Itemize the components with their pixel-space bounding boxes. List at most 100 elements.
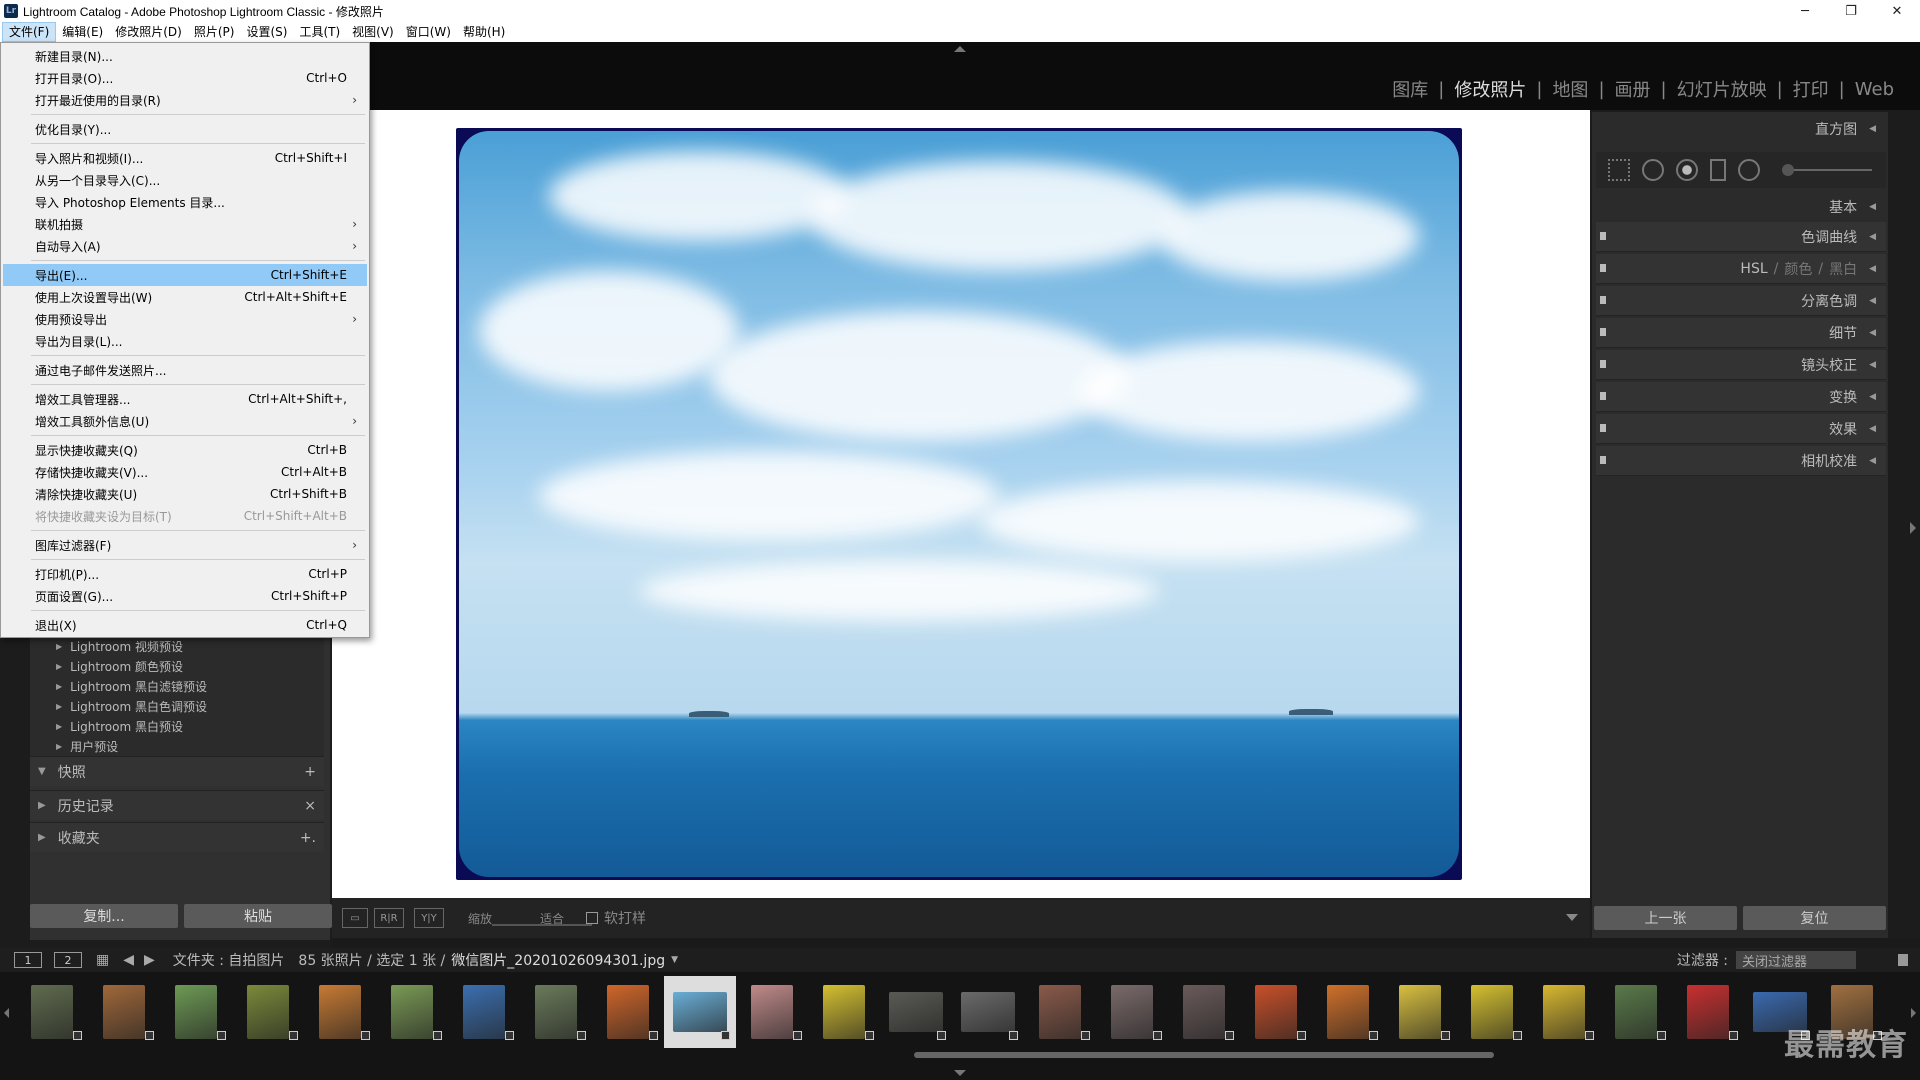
- file-menu-item[interactable]: 优化目录(Y)...: [3, 118, 367, 140]
- file-menu-item[interactable]: 导出(E)... Ctrl+Shift+E: [3, 264, 367, 286]
- panel-switch-icon[interactable]: [1600, 360, 1606, 368]
- hsl-tab[interactable]: HSL: [1740, 261, 1767, 277]
- paste-settings-button[interactable]: 粘贴: [184, 904, 332, 928]
- file-menu-item[interactable]: 将快捷收藏夹设为目标(T) Ctrl+Shift+Alt+B: [3, 505, 367, 527]
- menu-help[interactable]: 帮助(H): [457, 22, 511, 42]
- filmstrip-thumbnail[interactable]: [1672, 976, 1744, 1048]
- filmstrip-thumbnail[interactable]: [88, 976, 160, 1048]
- transform-panel-header[interactable]: 变换 ◀: [1596, 382, 1886, 412]
- loupe-view-button[interactable]: ▭: [342, 908, 368, 928]
- graduated-filter-tool-icon[interactable]: [1710, 159, 1726, 181]
- filmstrip-thumbnail[interactable]: [160, 976, 232, 1048]
- filter-lock-icon[interactable]: [1898, 954, 1908, 966]
- brush-slider[interactable]: [1782, 164, 1872, 176]
- panel-switch-icon[interactable]: [1600, 232, 1606, 240]
- file-menu-item[interactable]: 打开目录(O)... Ctrl+O: [3, 67, 367, 89]
- file-menu-item[interactable]: 增效工具额外信息(U) ›: [3, 410, 367, 432]
- selected-filename[interactable]: 微信图片_20201026094301.jpg: [451, 950, 665, 970]
- zoom-slider[interactable]: [492, 924, 592, 926]
- preset-folder[interactable]: ▶ Lightroom 视频预设: [30, 636, 324, 656]
- secondary-window-button[interactable]: 2: [54, 952, 82, 968]
- menu-view[interactable]: 视图(V): [346, 22, 400, 42]
- back-arrow-icon[interactable]: ◀: [123, 952, 134, 968]
- filmstrip-thumbnail[interactable]: [376, 976, 448, 1048]
- menu-window[interactable]: 窗口(W): [400, 22, 457, 42]
- filmstrip-thumbnail[interactable]: [664, 976, 736, 1048]
- snapshots-panel-header[interactable]: ▼ 快照 +: [30, 756, 324, 786]
- spot-removal-tool-icon[interactable]: [1642, 159, 1664, 181]
- basic-panel-header[interactable]: 基本 ◀: [1592, 194, 1888, 220]
- before-after-tb-button[interactable]: Y|Y: [414, 908, 444, 928]
- file-menu-item[interactable]: 图库过滤器(F) ›: [3, 534, 367, 556]
- file-menu-item[interactable]: 使用上次设置导出(W) Ctrl+Alt+Shift+E: [3, 286, 367, 308]
- clear-history-icon[interactable]: ×: [304, 798, 316, 814]
- split-toning-panel-header[interactable]: 分离色调 ◀: [1596, 286, 1886, 316]
- file-menu-item[interactable]: 存储快捷收藏夹(V)... Ctrl+Alt+B: [3, 461, 367, 483]
- filename-dropdown-icon[interactable]: ▼: [671, 955, 678, 965]
- color-tab[interactable]: 颜色: [1784, 259, 1812, 279]
- filmstrip-thumbnail[interactable]: [1528, 976, 1600, 1048]
- reset-button[interactable]: 复位: [1743, 906, 1886, 930]
- close-icon[interactable]: ✕: [1874, 0, 1920, 22]
- right-panel-toggle-icon[interactable]: [1910, 522, 1916, 534]
- lens-corrections-panel-header[interactable]: 镜头校正 ◀: [1596, 350, 1886, 380]
- filmstrip-thumbnail[interactable]: [1240, 976, 1312, 1048]
- file-menu-item[interactable]: 从另一个目录导入(C)...: [3, 169, 367, 191]
- bw-tab[interactable]: 黑白: [1829, 259, 1857, 279]
- menu-edit[interactable]: 编辑(E): [56, 22, 109, 42]
- file-menu-item[interactable]: 导出为目录(L)...: [3, 330, 367, 352]
- file-menu-item[interactable]: 导入 Photoshop Elements 目录...: [3, 191, 367, 213]
- filmstrip-thumbnail[interactable]: [232, 976, 304, 1048]
- filmstrip-thumbnail[interactable]: [952, 976, 1024, 1048]
- histogram-header[interactable]: 直方图 ◀: [1592, 116, 1888, 142]
- module-slideshow[interactable]: 幻灯片放映: [1667, 76, 1777, 102]
- file-menu-item[interactable]: 页面设置(G)... Ctrl+Shift+P: [3, 585, 367, 607]
- panel-switch-icon[interactable]: [1600, 296, 1606, 304]
- history-panel-header[interactable]: ▶ 历史记录 ×: [30, 790, 324, 820]
- module-book[interactable]: 画册: [1605, 76, 1661, 102]
- filmstrip-thumbnail[interactable]: [1312, 976, 1384, 1048]
- filmstrip-thumbnail[interactable]: [1456, 976, 1528, 1048]
- file-menu-item[interactable]: 显示快捷收藏夹(Q) Ctrl+B: [3, 439, 367, 461]
- filmstrip-scroll-right-icon[interactable]: [1911, 1008, 1916, 1018]
- hsl-panel-header[interactable]: HSL / 颜色 / 黑白 ◀: [1596, 254, 1886, 284]
- module-library[interactable]: 图库: [1382, 76, 1438, 102]
- minimize-icon[interactable]: ─: [1782, 0, 1828, 22]
- tone-curve-panel-header[interactable]: 色调曲线 ◀: [1596, 222, 1886, 252]
- add-snapshot-icon[interactable]: +: [304, 764, 316, 780]
- file-menu-item[interactable]: 导入照片和视频(I)... Ctrl+Shift+I: [3, 147, 367, 169]
- radial-filter-tool-icon[interactable]: [1738, 159, 1760, 181]
- preset-folder[interactable]: ▶ Lightroom 黑白预设: [30, 716, 324, 736]
- module-develop[interactable]: 修改照片: [1444, 76, 1536, 102]
- filmstrip-thumbnail[interactable]: [1024, 976, 1096, 1048]
- file-menu-item[interactable]: 打开最近使用的目录(R) ›: [3, 89, 367, 111]
- copy-settings-button[interactable]: 复制...: [30, 904, 178, 928]
- filter-select[interactable]: 关闭过滤器: [1736, 951, 1856, 970]
- module-web[interactable]: Web: [1845, 79, 1904, 100]
- crop-tool-icon[interactable]: [1608, 159, 1630, 181]
- panel-switch-icon[interactable]: [1600, 456, 1606, 464]
- preset-folder[interactable]: ▶ 用户预设: [30, 736, 324, 756]
- filmstrip-thumbnail[interactable]: [1384, 976, 1456, 1048]
- preset-folder[interactable]: ▶ Lightroom 黑白色调预设: [30, 696, 324, 716]
- file-menu-item[interactable]: 自动导入(A) ›: [3, 235, 367, 257]
- filmstrip-thumbnail[interactable]: [448, 976, 520, 1048]
- preset-folder[interactable]: ▶ Lightroom 颜色预设: [30, 656, 324, 676]
- menu-tools[interactable]: 工具(T): [293, 22, 346, 42]
- filmstrip-thumbnail[interactable]: [592, 976, 664, 1048]
- red-eye-tool-icon[interactable]: [1676, 159, 1698, 181]
- file-menu-item[interactable]: 联机拍摄 ›: [3, 213, 367, 235]
- filmstrip-toggle-icon[interactable]: [954, 1070, 966, 1076]
- menu-file[interactable]: 文件(F): [2, 22, 57, 42]
- camera-calibration-panel-header[interactable]: 相机校准 ◀: [1596, 446, 1886, 476]
- filmstrip-scrollbar[interactable]: [914, 1052, 1494, 1058]
- filmstrip-thumbnail[interactable]: [304, 976, 376, 1048]
- filmstrip-thumbnail[interactable]: [1168, 976, 1240, 1048]
- filmstrip-thumbnail[interactable]: [880, 976, 952, 1048]
- filmstrip-thumbnail[interactable]: [1600, 976, 1672, 1048]
- file-menu-item[interactable]: 退出(X) Ctrl+Q: [3, 614, 367, 636]
- previous-settings-button[interactable]: 上一张: [1594, 906, 1737, 930]
- effects-panel-header[interactable]: 效果 ◀: [1596, 414, 1886, 444]
- top-panel-toggle-icon[interactable]: [954, 46, 966, 52]
- grid-view-icon[interactable]: ▦: [96, 952, 109, 968]
